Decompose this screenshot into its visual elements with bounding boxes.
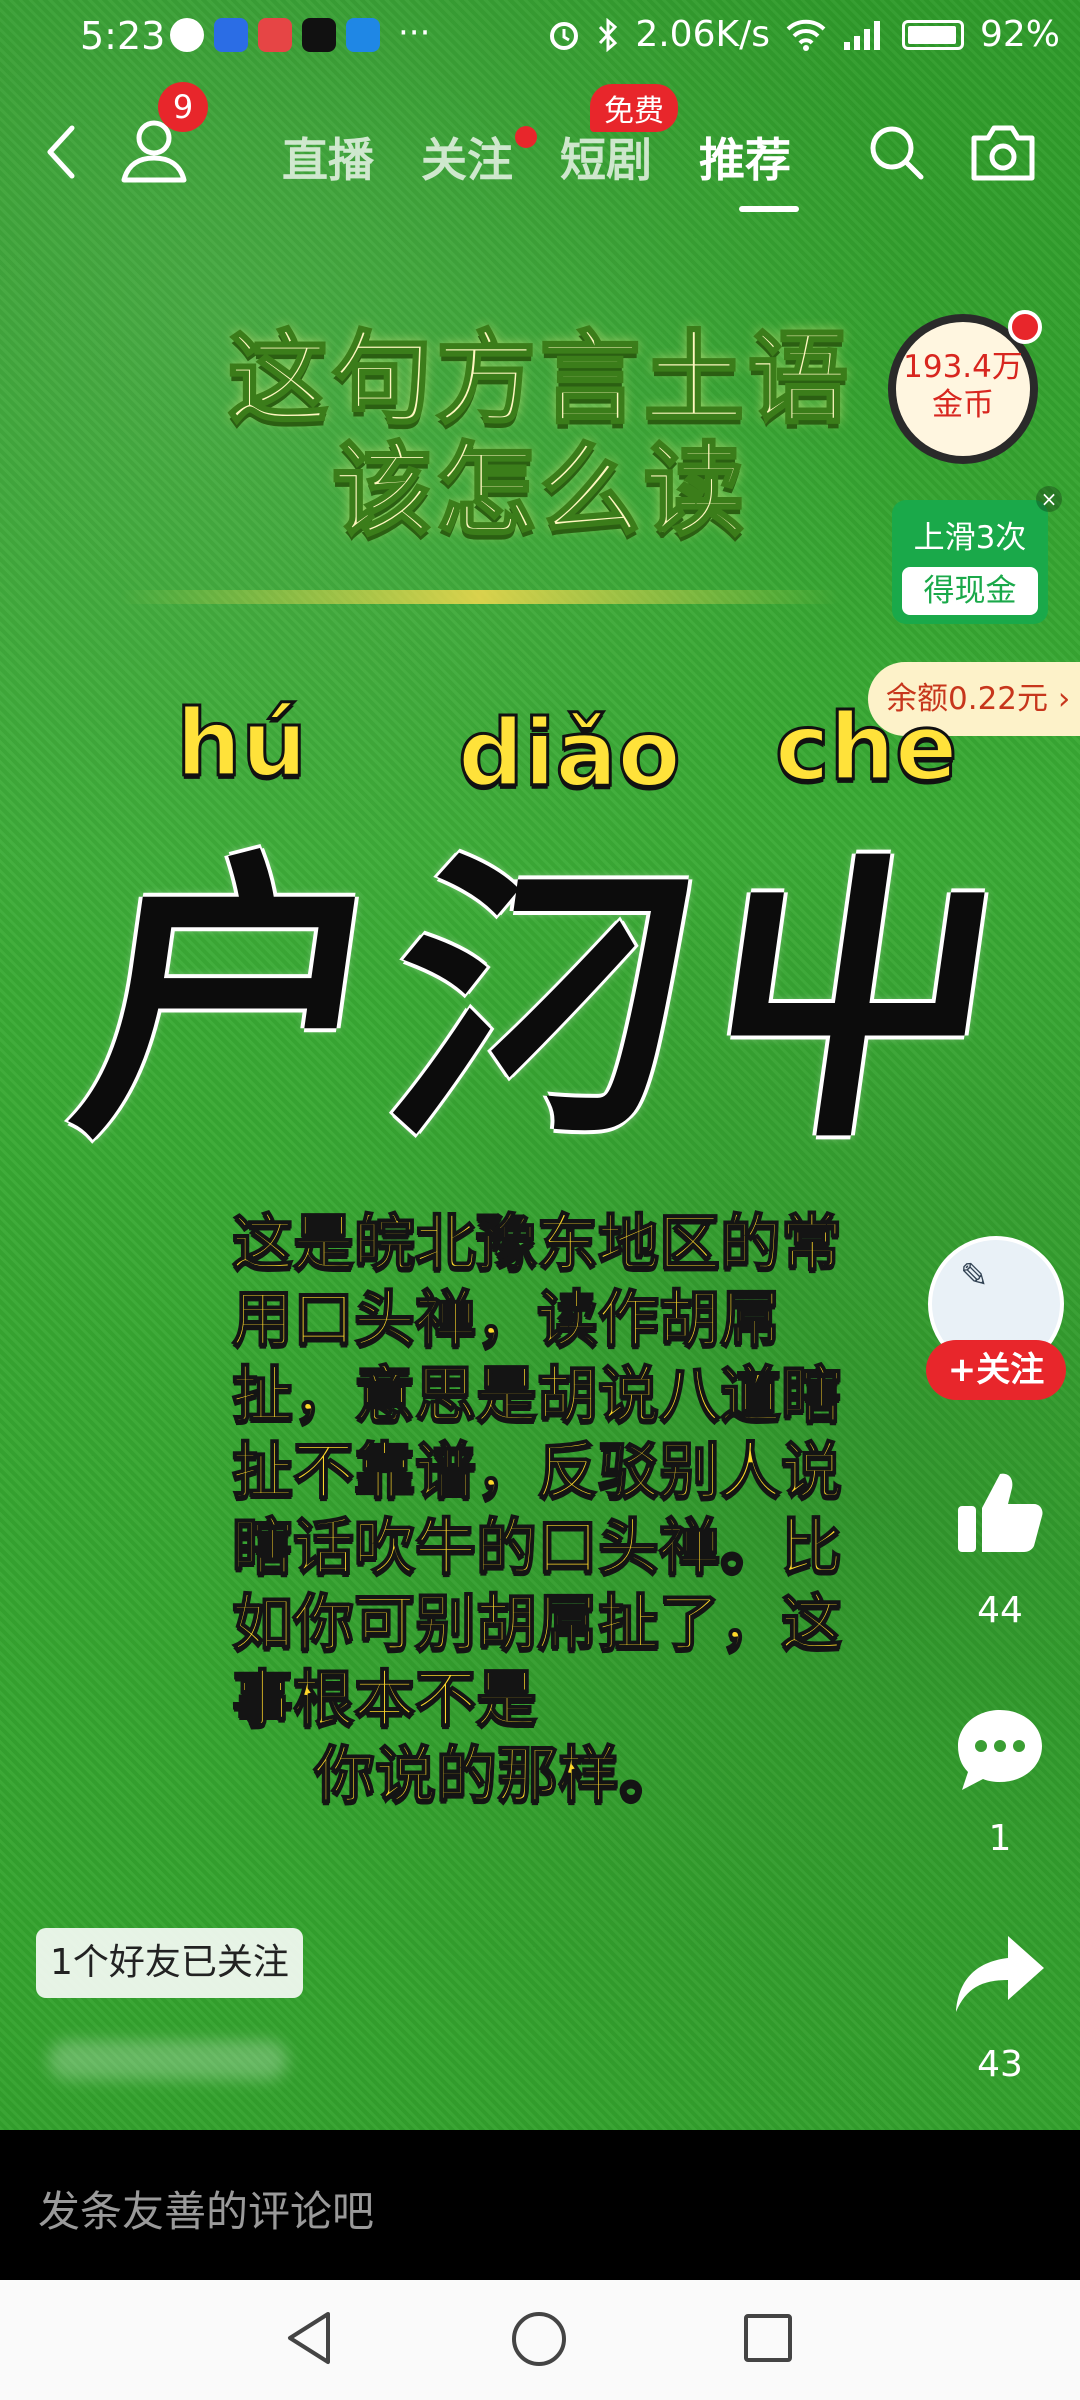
dialect-characters: 户 汈 屮 <box>57 825 1027 1178</box>
coin-value: 193.4万 <box>903 349 1023 385</box>
comment-count: 1 <box>988 1818 1012 1859</box>
comment-icon[interactable] <box>950 1700 1050 1800</box>
search-icon[interactable] <box>866 122 926 182</box>
system-back-icon[interactable] <box>282 2308 338 2368</box>
character-1: 户 <box>57 825 407 1178</box>
friend-follow-status: 1个好友已关注 <box>36 1928 303 1998</box>
system-nav-bar <box>0 2280 1080 2400</box>
avatar-image: ✎ <box>960 1256 989 1296</box>
baidu-icon <box>214 18 248 52</box>
tab-short-drama[interactable]: 短剧 <box>560 124 652 190</box>
wechat-icon <box>170 18 204 52</box>
network-speed: 2.06K/s <box>635 14 770 55</box>
follow-button[interactable]: +关注 <box>926 1340 1066 1400</box>
tab-following[interactable]: 关注 <box>421 124 537 190</box>
slide-reward-widget[interactable]: 上滑3次 得现金 <box>892 500 1048 624</box>
tiktok-icon <box>302 18 336 52</box>
notification-badge: 9 <box>158 82 208 132</box>
share-count: 43 <box>977 2044 1023 2085</box>
share-icon[interactable] <box>950 1926 1050 2026</box>
video-title-banner: 这句方言土语 该怎么读 <box>180 319 900 551</box>
bluetooth-icon <box>599 17 618 52</box>
alarm-icon <box>550 21 579 50</box>
more-notifications: ··· <box>398 13 431 53</box>
app-screen: 5:23 ··· 2.06K/s 92% 9 免费 直播 关注 短剧 推荐 这句… <box>0 0 1080 2400</box>
back-icon[interactable] <box>38 122 86 182</box>
like-icon[interactable] <box>950 1462 1050 1562</box>
tab-live[interactable]: 直播 <box>282 124 374 190</box>
coin-unit: 金币 <box>932 387 994 423</box>
system-recents-icon[interactable] <box>744 2314 792 2362</box>
video-title-line-2: 该怎么读 <box>331 431 748 551</box>
status-bar: 5:23 ··· 2.06K/s 92% <box>0 0 1080 72</box>
slide-reward-action: 得现金 <box>902 567 1038 615</box>
status-time: 5:23 <box>80 14 166 58</box>
notification-icons: ··· <box>170 13 431 53</box>
like-count: 44 <box>977 1590 1023 1631</box>
coin-alert-dot <box>1008 310 1042 344</box>
system-home-icon[interactable] <box>512 2312 566 2366</box>
unread-dot <box>515 126 537 148</box>
pinyin-1: hú <box>175 689 309 799</box>
video-title-line-1: 这句方言土语 <box>227 319 852 439</box>
character-2: 汈 <box>367 825 717 1178</box>
weather-icon <box>346 18 380 52</box>
battery-percent: 92% <box>979 14 1060 55</box>
top-nav: 9 免费 直播 关注 短剧 推荐 <box>0 82 1080 212</box>
character-3: 屮 <box>677 825 1027 1178</box>
comment-input[interactable]: 发条友善的评论吧 <box>38 2178 374 2239</box>
tab-recommended[interactable]: 推荐 <box>699 124 799 212</box>
banner-decoration <box>120 590 840 604</box>
caption-last-line: 你说的那样。 <box>313 1739 681 1812</box>
video-caption: 这是皖北豫东地区的常用口头禅，读作胡屌扯，意思是胡说八道瞎扯不靠谱，反驳别人说瞎… <box>231 1206 852 1814</box>
coin-display: 193.4万 金币 <box>896 322 1030 456</box>
feed-tabs: 直播 关注 短剧 推荐 <box>282 124 799 212</box>
pinyin-3: che <box>773 693 958 803</box>
close-icon[interactable]: × <box>1036 486 1062 512</box>
reader-icon <box>258 18 292 52</box>
wifi-icon <box>786 19 826 51</box>
signal-icon <box>843 20 880 50</box>
chevron-right-icon: › <box>1057 681 1071 717</box>
comment-bar[interactable]: 发条友善的评论吧 <box>0 2130 1080 2280</box>
tab-following-label: 关注 <box>421 133 513 187</box>
author-name-blurred <box>48 2040 288 2080</box>
status-right: 2.06K/s 92% <box>547 14 1060 55</box>
camera-icon[interactable] <box>968 120 1038 184</box>
battery-icon <box>901 19 964 50</box>
pinyin-2: diǎo <box>457 699 683 809</box>
slide-reward-title: 上滑3次 <box>913 520 1027 556</box>
caption-text: 这是皖北豫东地区的常用口头禅，读作胡屌扯，意思是胡说八道瞎扯不靠谱，反驳别人说瞎… <box>231 1207 843 1736</box>
